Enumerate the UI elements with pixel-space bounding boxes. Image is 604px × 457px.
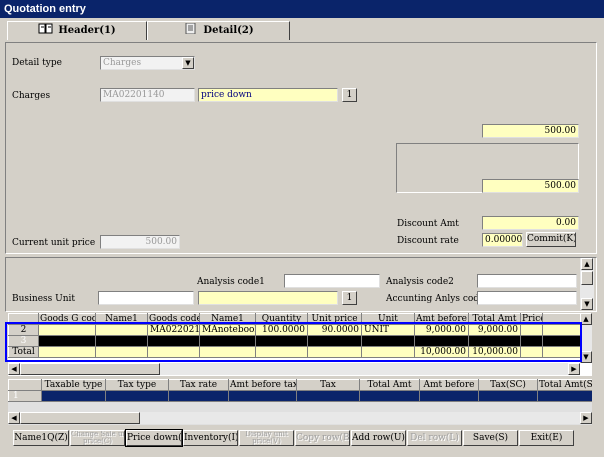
row-number[interactable]: 1 — [8, 390, 42, 402]
scroll-thumb[interactable] — [20, 412, 140, 424]
amount-field-1[interactable]: 500.00 — [482, 124, 579, 138]
exit-button[interactable]: Exit(E) — [519, 430, 574, 446]
highlight-frame — [5, 322, 582, 362]
cell[interactable] — [168, 390, 229, 402]
charges-label: Charges — [12, 91, 51, 101]
chevron-down-icon[interactable]: ▼ — [182, 57, 194, 69]
change-sale-price-label: price(C) — [83, 437, 112, 445]
discount-amt-label: Discount Amt — [397, 219, 459, 229]
current-unit-price-field[interactable]: 500.00 — [100, 235, 180, 249]
grid1-hscroll[interactable]: ◀ ▶ — [8, 363, 580, 375]
discount-amt-field[interactable]: 0.00 — [482, 216, 579, 230]
window-title: Quotation entry — [0, 0, 604, 18]
inventory-button[interactable]: Inventory(I) — [183, 430, 238, 446]
scroll-up-icon[interactable]: ▲ — [581, 258, 593, 270]
scroll-left-icon[interactable]: ◀ — [8, 363, 20, 375]
discount-rate-field[interactable]: 0.000000 — [482, 233, 523, 247]
tax-grid-header: Taxable type Tax type Tax rate Amt befor… — [8, 379, 592, 391]
cell[interactable] — [478, 390, 538, 402]
amount-field-2[interactable]: 500.00 — [482, 179, 579, 193]
change-sale-unit-price-button[interactable]: Change Sale unitprice(C) — [70, 430, 125, 446]
price-down-button[interactable]: Price down(R) — [125, 429, 183, 447]
copy-row-button[interactable]: Copy row(B) — [295, 430, 350, 446]
tab-header-label: Header(1) — [58, 25, 116, 36]
cell[interactable] — [419, 390, 479, 402]
tab-detail[interactable]: Detail(2) — [147, 21, 290, 40]
cell[interactable] — [105, 390, 169, 402]
del-row-button[interactable]: Del row(L) — [407, 430, 462, 446]
scroll-right-icon[interactable]: ▶ — [580, 412, 592, 424]
cell[interactable] — [537, 390, 592, 402]
col-header[interactable]: Tax — [296, 379, 360, 391]
cell[interactable] — [359, 390, 420, 402]
charges-lookup-button[interactable]: 1 — [342, 88, 357, 102]
detail-type-label: Detail type — [12, 58, 62, 68]
cell[interactable] — [228, 390, 297, 402]
col-header[interactable]: Tax(SC) — [478, 379, 538, 391]
scroll-thumb[interactable] — [20, 363, 160, 375]
col-header[interactable]: Taxable type — [41, 379, 106, 391]
cell[interactable] — [296, 390, 360, 402]
display-unit-price-button[interactable]: Display unit price(V) — [239, 430, 294, 446]
scroll-down-icon[interactable]: ▼ — [581, 298, 593, 310]
business-unit-code-field[interactable] — [98, 291, 194, 305]
col-header[interactable]: Total Amt(SC) — [537, 379, 592, 391]
tab-header[interactable]: Header(1) — [7, 21, 147, 40]
detail-type-value: Charges — [103, 58, 142, 68]
cell[interactable] — [41, 390, 106, 402]
grid2-hscroll[interactable]: ◀ ▶ — [8, 412, 592, 424]
col-header[interactable]: Tax rate — [168, 379, 229, 391]
book-icon — [38, 23, 54, 34]
analysis-code1-label: Analysis code1 — [197, 277, 265, 287]
scroll-left-icon[interactable]: ◀ — [8, 412, 20, 424]
analysis-code2-field[interactable] — [477, 274, 577, 288]
analysis-scrollbar[interactable]: ▲ ▼ — [580, 258, 594, 310]
document-icon — [183, 22, 199, 35]
commit-button[interactable]: Commit(K) — [526, 232, 576, 247]
col-header[interactable]: Amt before tax — [228, 379, 297, 391]
name1q-button[interactable]: Name1Q(Z) — [13, 430, 69, 446]
detail-type-select[interactable]: Charges — [100, 56, 195, 70]
scroll-thumb[interactable] — [581, 271, 593, 285]
col-header[interactable]: Amt before — [419, 379, 479, 391]
charges-name-field[interactable]: price down — [198, 88, 338, 102]
analysis-code1-field[interactable] — [284, 274, 380, 288]
accounting-code-label: Accunting Anlys code1 — [386, 294, 491, 304]
add-row-button[interactable]: Add row(U) — [351, 430, 406, 446]
col-header[interactable]: Tax type — [105, 379, 169, 391]
business-unit-label: Business Unit — [12, 294, 76, 304]
current-unit-price-label: Current unit price — [12, 238, 96, 248]
tab-detail-label: Detail(2) — [203, 25, 254, 36]
col-header[interactable]: Total Amt — [359, 379, 420, 391]
scroll-right-icon[interactable]: ▶ — [568, 363, 580, 375]
table-row-selected[interactable]: 1 — [8, 390, 592, 402]
accounting-code-field[interactable] — [477, 291, 577, 305]
business-unit-lookup-button[interactable]: 1 — [342, 291, 357, 305]
discount-rate-label: Discount rate — [397, 236, 459, 246]
display-price-label: price(V) — [252, 437, 281, 445]
save-button[interactable]: Save(S) — [463, 430, 518, 446]
charges-code-field[interactable]: MA02201140 — [100, 88, 195, 102]
business-unit-name-field[interactable] — [198, 291, 338, 305]
analysis-code2-label: Analysis code2 — [386, 277, 454, 287]
